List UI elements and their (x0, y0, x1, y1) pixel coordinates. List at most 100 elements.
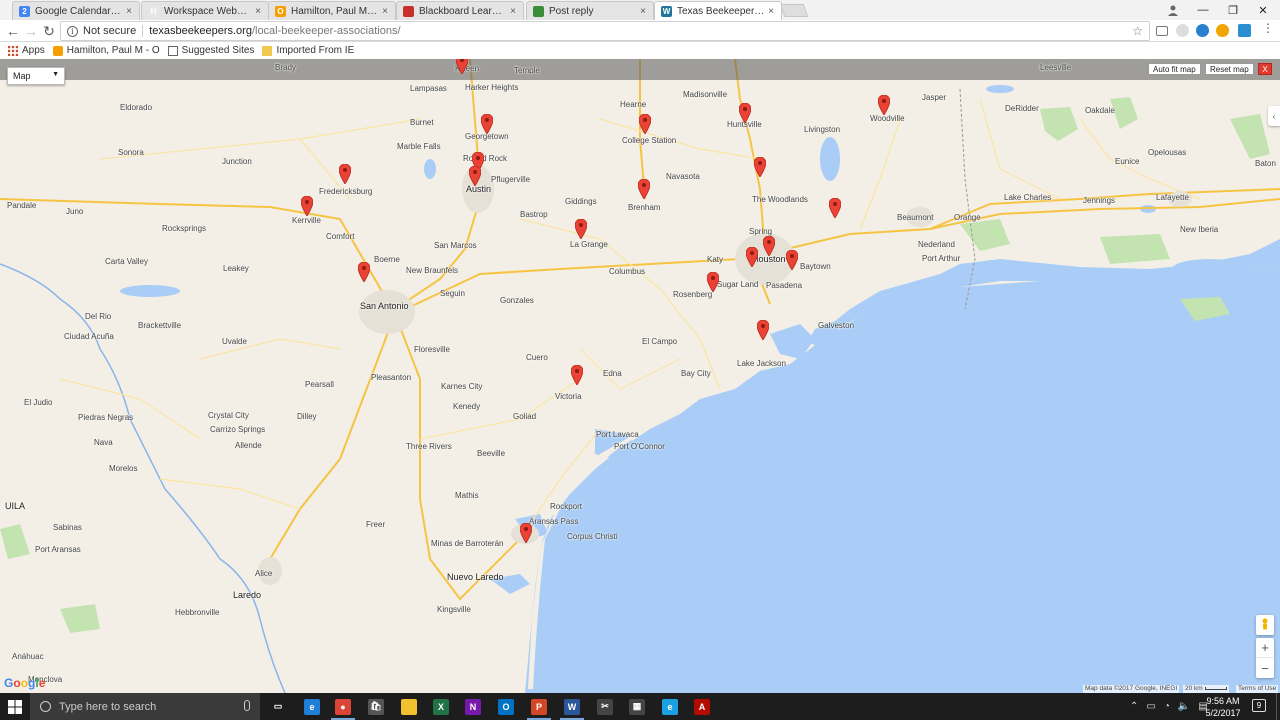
extension-icon[interactable] (1176, 24, 1189, 37)
close-tab-icon[interactable]: × (379, 6, 391, 17)
close-map-button[interactable]: X (1258, 63, 1272, 75)
show-desktop-button[interactable] (1276, 693, 1280, 720)
zoom-in-button[interactable]: + (1256, 638, 1274, 658)
volume-icon[interactable]: 🔈 (1178, 701, 1190, 712)
extension-icon[interactable] (1238, 24, 1251, 37)
tab-title: Hamilton, Paul M - Outlo (291, 5, 379, 17)
windows-taskbar: Type here to search ▭ e ● 🛍 X N O P W ✂ ▦ e A ⌃ ▭ ◔ … (0, 693, 1280, 720)
tab-owa[interactable]: O Hamilton, Paul M - Outlo× (268, 1, 396, 20)
tab-webmail[interactable]: H Workspace Webmail :: M× (141, 1, 269, 20)
terms-of-use-link[interactable]: Terms of Use (1236, 685, 1279, 693)
google-map[interactable]: Killeen Temple Brady Lampasas Harker Heights… (0, 59, 1280, 693)
wifi-icon[interactable]: ◔ (1164, 701, 1170, 712)
excel-taskbar-button[interactable]: X (425, 693, 457, 720)
chrome-taskbar-button[interactable]: ● (327, 693, 359, 720)
internet-explorer-taskbar-button[interactable]: e (654, 693, 686, 720)
map-marker-icon[interactable] (638, 179, 650, 199)
store-taskbar-button[interactable]: 🛍 (360, 693, 392, 720)
minimize-button[interactable]: — (1188, 0, 1218, 20)
show-hidden-icons-icon[interactable]: ⌃ (1130, 701, 1138, 712)
reset-map-button[interactable]: Reset map (1205, 63, 1254, 75)
action-center-icon[interactable]: 9 (1252, 699, 1266, 712)
collapse-arrow-icon[interactable]: ‹ (1268, 106, 1280, 126)
auto-fit-map-button[interactable]: Auto fit map (1148, 63, 1201, 75)
microphone-icon[interactable] (244, 700, 250, 711)
close-tab-icon[interactable]: × (637, 6, 649, 17)
map-type-select[interactable]: Map ▼ (7, 67, 65, 85)
map-marker-icon[interactable] (707, 272, 719, 292)
city-label: Round Rock (463, 154, 508, 163)
acrobat-taskbar-button[interactable]: A (686, 693, 718, 720)
map-marker-icon[interactable] (520, 523, 532, 543)
owa-icon (52, 45, 63, 56)
profile-icon[interactable] (1158, 0, 1188, 20)
map-marker-icon[interactable] (763, 236, 775, 256)
map-marker-icon[interactable] (739, 103, 751, 123)
forward-arrow-icon[interactable]: → (22, 22, 40, 40)
street-view-pegman-icon[interactable] (1256, 615, 1274, 635)
snipping-taskbar-button[interactable]: ✂ (589, 693, 621, 720)
map-marker-icon[interactable] (757, 320, 769, 340)
maximize-button[interactable]: ❐ (1218, 0, 1248, 20)
city-label: Junction (222, 157, 252, 166)
close-window-button[interactable]: ✕ (1248, 0, 1278, 20)
map-marker-icon[interactable] (456, 59, 468, 74)
extension-icon[interactable] (1216, 24, 1229, 37)
extension-icon[interactable] (1196, 24, 1209, 37)
map-marker-icon[interactable] (481, 114, 493, 134)
reload-icon[interactable]: ↻ (40, 22, 58, 40)
city-label: Nederland (918, 240, 955, 249)
map-marker-icon[interactable] (301, 196, 313, 216)
bookmark-apps[interactable]: Apps (8, 45, 45, 56)
map-marker-icon[interactable] (878, 95, 890, 115)
close-tab-icon[interactable]: × (123, 6, 135, 17)
map-marker-icon[interactable] (746, 247, 758, 267)
tab-calendar[interactable]: 2 Google Calendar - Week× (12, 1, 140, 20)
onenote-taskbar-button[interactable]: N (457, 693, 489, 720)
bookmark-label: Suggested Sites (181, 45, 255, 56)
network-icon[interactable]: ▭ (1146, 701, 1155, 712)
bookmark-suggested-sites[interactable]: Suggested Sites (167, 45, 255, 56)
city-label: Freer (366, 520, 386, 529)
bookmark-imported-from-ie[interactable]: Imported From IE (262, 45, 354, 56)
zoom-out-button[interactable]: − (1256, 658, 1274, 678)
tab-wordpress[interactable]: W Texas Beekeepers Associ× (654, 1, 782, 20)
close-tab-icon[interactable]: × (507, 6, 519, 17)
menu-icon[interactable]: ⋮ (1262, 21, 1274, 35)
close-tab-icon[interactable]: × (252, 6, 264, 17)
start-button[interactable] (0, 693, 30, 720)
map-marker-icon[interactable] (339, 164, 351, 184)
bookmark-owa[interactable]: Hamilton, Paul M - O (52, 45, 160, 56)
new-tab-button[interactable] (779, 4, 809, 17)
task-view-taskbar-button[interactable]: ▭ (262, 693, 294, 720)
map-basemap[interactable] (0, 59, 1280, 693)
outlook-taskbar-button[interactable]: O (490, 693, 522, 720)
back-arrow-icon[interactable]: ← (4, 22, 22, 40)
tab-globe[interactable]: Post reply × (526, 1, 654, 20)
clock[interactable]: 9:56 AM 5/2/2017 (1200, 695, 1246, 719)
word-taskbar-button[interactable]: W (556, 693, 588, 720)
calculator-taskbar-button[interactable]: ▦ (621, 693, 653, 720)
city-label: Crystal City (208, 411, 249, 420)
map-marker-icon[interactable] (829, 198, 841, 218)
map-marker-icon[interactable] (571, 365, 583, 385)
map-marker-icon[interactable] (786, 250, 798, 270)
info-icon[interactable]: i (67, 25, 78, 37)
powerpoint-taskbar-button[interactable]: P (523, 693, 555, 720)
map-marker-icon[interactable] (575, 219, 587, 239)
map-marker-icon[interactable] (469, 166, 481, 186)
city-label: San Marcos (434, 241, 477, 250)
address-bar[interactable]: i Not secure texasbeekeepers.org/local-b… (60, 21, 1150, 41)
tab-blackboard[interactable]: Blackboard Learn 9 Login× (396, 1, 524, 20)
map-marker-icon[interactable] (639, 114, 651, 134)
file-explorer-taskbar-button[interactable] (393, 693, 425, 720)
map-marker-icon[interactable] (358, 262, 370, 282)
close-tab-icon[interactable]: × (765, 6, 777, 17)
cast-icon[interactable] (1156, 26, 1168, 36)
notification-count: 9 (1256, 701, 1262, 710)
taskbar-search[interactable]: Type here to search (30, 693, 260, 720)
map-marker-icon[interactable] (754, 157, 766, 177)
edge-taskbar-button[interactable]: e (296, 693, 328, 720)
bookmark-star-icon[interactable]: ☆ (1132, 24, 1143, 38)
city-label: Harker Heights (465, 83, 519, 92)
